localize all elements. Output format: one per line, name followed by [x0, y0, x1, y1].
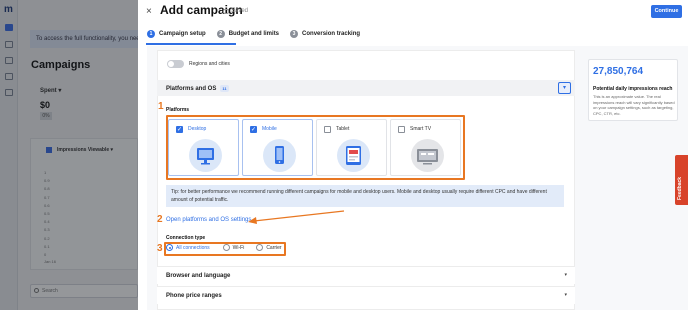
accordion-label: Phone price ranges: [166, 293, 222, 299]
radio-carrier[interactable]: Carrier: [256, 244, 282, 251]
platform-label: Tablet: [336, 126, 350, 132]
accordion-phone-price-ranges[interactable]: Phone price ranges ▾: [157, 286, 575, 304]
chevron-down-icon: ▾: [564, 292, 567, 298]
radio-label: Carrier: [266, 244, 282, 251]
radio-label: All connections: [176, 244, 210, 251]
annotation-arrow: [248, 210, 345, 224]
chevron-down-icon: ▾: [564, 272, 567, 278]
checkbox[interactable]: ✓: [176, 126, 183, 133]
reach-number: 27,850,764: [593, 66, 644, 77]
regions-toggle[interactable]: [167, 60, 184, 68]
platforms-os-label: Platforms and OS: [166, 85, 217, 92]
count-badge: 11: [220, 85, 229, 92]
platforms-os-title: Platforms and OS 11: [166, 85, 229, 92]
close-icon[interactable]: ×: [146, 6, 152, 18]
platform-label: Smart TV: [410, 126, 432, 132]
regions-label: Regions and cities: [189, 61, 230, 67]
tablet-icon: [337, 139, 370, 172]
step-conversion-tracking[interactable]: 3 Conversion tracking: [290, 30, 360, 38]
collapse-button[interactable]: ▾: [558, 82, 571, 94]
cloud-icon: [223, 8, 229, 14]
feedback-label: Feedback: [677, 176, 683, 200]
mobile-icon: [263, 139, 296, 172]
step-number: 2: [216, 30, 225, 38]
step-budget-limits[interactable]: 2 Budget and limits: [216, 30, 280, 38]
radio-label: Wi-Fi: [232, 244, 245, 251]
radio-wifi[interactable]: Wi-Fi: [222, 244, 245, 251]
platform-card-mobile[interactable]: ✓ Mobile: [242, 119, 313, 176]
checkbox[interactable]: ✓: [250, 126, 257, 133]
tip-banner: Tip: for better performance we recommend…: [166, 185, 564, 207]
annotation-number: 2: [157, 214, 163, 225]
checkbox[interactable]: [324, 126, 331, 133]
reach-description: This is an approximate value. The real i…: [593, 94, 675, 116]
stepper: 1 Campaign setup 2 Budget and limits 3 C…: [147, 30, 371, 38]
radio-button[interactable]: [222, 244, 230, 251]
checkbox[interactable]: [398, 126, 405, 133]
radio-button[interactable]: [166, 244, 173, 251]
open-platforms-os-settings-link[interactable]: Open platforms and OS settings: [166, 217, 251, 223]
annotation-number: 1: [158, 101, 164, 112]
radio-button[interactable]: [256, 244, 264, 251]
platform-card-smart-tv[interactable]: Smart TV: [390, 119, 461, 176]
platform-card-desktop[interactable]: ✓ Desktop: [168, 119, 239, 176]
accordion-browser-language[interactable]: Browser and language ▾: [157, 266, 575, 284]
saved-label: Saved: [231, 8, 249, 14]
step-label: Budget and limits: [228, 31, 280, 37]
platforms-label: Platforms: [166, 107, 190, 113]
connection-radio-group: All connections Wi-Fi Carrier: [166, 244, 282, 251]
reach-title: Potential daily impressions reach: [593, 86, 673, 92]
step-label: Conversion tracking: [302, 31, 361, 37]
step-campaign-setup[interactable]: 1 Campaign setup: [147, 30, 206, 38]
platform-label: Mobile: [262, 126, 277, 132]
platform-card-tablet[interactable]: Tablet: [316, 119, 387, 176]
step-label: Campaign setup: [159, 31, 206, 37]
accordion-label: Browser and language: [166, 273, 231, 279]
connection-type-label: Connection type: [166, 235, 206, 241]
active-step-indicator: [146, 43, 236, 45]
saved-status: Saved: [223, 8, 248, 14]
desktop-icon: [189, 139, 222, 172]
step-number: 1: [147, 30, 155, 38]
annotation-number: 3: [157, 243, 163, 254]
radio-all-connections[interactable]: All connections: [166, 244, 210, 251]
platform-label: Desktop: [188, 126, 207, 132]
step-number: 3: [290, 30, 299, 38]
continue-button[interactable]: Continue: [651, 5, 682, 18]
smart-tv-icon: [411, 139, 444, 172]
